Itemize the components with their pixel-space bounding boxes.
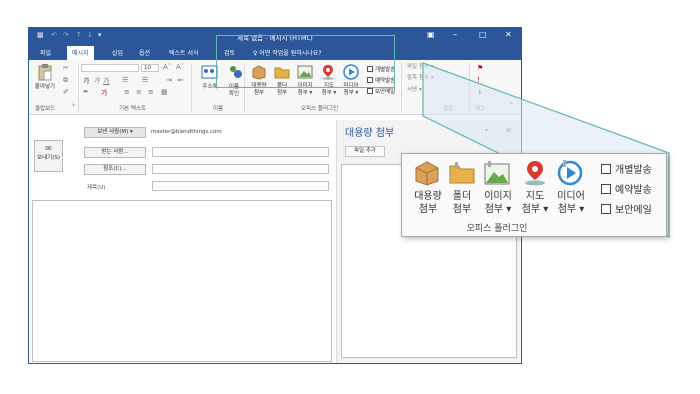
folder-attach-button-large[interactable]: 폴더 첨부 [446, 190, 478, 216]
map-attach-button-large[interactable]: 지도 첨부 ▾ [520, 190, 550, 216]
secure-mail-checkbox-large[interactable]: 보안메일 [601, 201, 652, 216]
bulk-attach-button-large[interactable]: 대용량 첨부 [408, 190, 448, 216]
scheduled-send-checkbox-large[interactable]: 예약발송 [601, 181, 652, 196]
image-attach-button-large[interactable]: 이미지 첨부 ▾ [478, 190, 518, 216]
individual-send-checkbox-large[interactable]: 개별발송 [601, 161, 652, 176]
image-icon [484, 161, 510, 185]
folder-icon [449, 162, 475, 184]
ribbon-highlight-box [216, 35, 395, 88]
office-plugin-label-large: 오피스 플러그인 [466, 224, 528, 234]
media-play-icon [557, 160, 583, 186]
box-icon [415, 161, 439, 186]
media-attach-button-large[interactable]: 미디어 첨부 ▾ [552, 190, 590, 216]
map-pin-icon [525, 161, 545, 186]
plugin-zoom-callout: 대용량 첨부 폴더 첨부 이미지 첨부 ▾ 지도 첨부 ▾ 미디어 첨부 ▾ 개별발송 예… [401, 153, 667, 237]
